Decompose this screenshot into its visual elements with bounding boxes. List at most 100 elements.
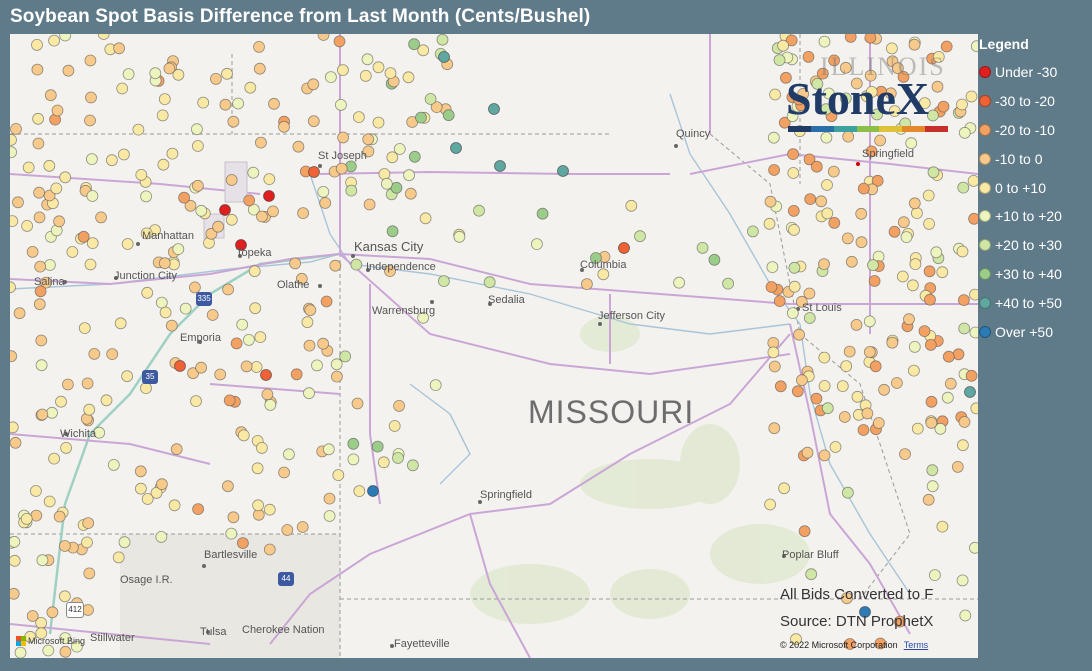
elevator-marker[interactable] xyxy=(765,281,778,293)
elevator-marker[interactable] xyxy=(332,469,345,482)
elevator-marker[interactable] xyxy=(10,350,18,363)
elevator-marker[interactable] xyxy=(50,182,63,195)
elevator-marker[interactable] xyxy=(158,257,171,270)
elevator-marker[interactable] xyxy=(844,34,857,43)
elevator-marker[interactable] xyxy=(10,535,21,548)
elevator-marker[interactable] xyxy=(66,246,79,258)
elevator-marker[interactable] xyxy=(303,339,316,352)
elevator-marker[interactable] xyxy=(345,184,358,197)
elevator-marker[interactable] xyxy=(330,370,343,383)
elevator-marker[interactable] xyxy=(424,93,437,105)
elevator-marker[interactable] xyxy=(911,207,923,220)
elevator-marker[interactable] xyxy=(243,194,256,207)
legend-item[interactable]: Over +50 xyxy=(979,317,1089,346)
elevator-marker[interactable] xyxy=(304,304,317,317)
elevator-marker[interactable] xyxy=(324,71,337,83)
elevator-marker[interactable] xyxy=(841,232,854,245)
elevator-marker[interactable] xyxy=(868,275,881,287)
elevator-marker[interactable] xyxy=(925,416,938,429)
elevator-marker[interactable] xyxy=(256,210,268,223)
elevator-marker[interactable] xyxy=(774,380,787,393)
elevator-marker[interactable] xyxy=(942,350,955,363)
elevator-marker[interactable] xyxy=(874,134,886,147)
elevator-marker[interactable] xyxy=(821,207,834,220)
elevator-marker[interactable] xyxy=(696,241,709,254)
elevator-marker[interactable] xyxy=(118,536,131,549)
elevator-marker[interactable] xyxy=(209,73,222,85)
elevator-marker[interactable] xyxy=(290,368,303,381)
elevator-marker[interactable] xyxy=(334,99,347,111)
elevator-marker[interactable] xyxy=(429,379,442,392)
elevator-marker[interactable] xyxy=(42,644,55,657)
elevator-marker[interactable] xyxy=(970,40,978,53)
elevator-marker[interactable] xyxy=(335,162,348,175)
legend-item[interactable]: Under -30 xyxy=(979,58,1089,87)
elevator-marker[interactable] xyxy=(798,525,811,538)
elevator-marker[interactable] xyxy=(32,137,45,150)
elevator-marker[interactable] xyxy=(350,258,363,271)
elevator-marker[interactable] xyxy=(35,334,48,347)
elevator-marker[interactable] xyxy=(253,62,266,75)
elevator-marker[interactable] xyxy=(940,40,953,53)
elevator-marker[interactable] xyxy=(788,261,801,274)
elevator-marker[interactable] xyxy=(362,133,375,146)
elevator-marker[interactable] xyxy=(14,646,27,658)
elevator-marker[interactable] xyxy=(29,485,42,497)
elevator-marker[interactable] xyxy=(85,91,97,104)
elevator-marker[interactable] xyxy=(311,359,323,372)
elevator-marker[interactable] xyxy=(791,385,804,398)
elevator-marker[interactable] xyxy=(227,115,240,128)
elevator-marker[interactable] xyxy=(918,325,931,338)
elevator-marker[interactable] xyxy=(140,190,153,203)
elevator-marker[interactable] xyxy=(236,537,249,550)
elevator-marker[interactable] xyxy=(764,195,777,208)
elevator-marker[interactable] xyxy=(59,540,71,552)
elevator-marker[interactable] xyxy=(907,279,919,292)
elevator-marker[interactable] xyxy=(438,51,450,63)
elevator-marker[interactable] xyxy=(403,169,416,182)
legend-item[interactable]: +20 to +30 xyxy=(979,231,1089,260)
elevator-marker[interactable] xyxy=(303,387,315,400)
elevator-marker[interactable] xyxy=(408,150,421,163)
elevator-marker[interactable] xyxy=(55,395,67,408)
elevator-marker[interactable] xyxy=(944,377,957,390)
elevator-marker[interactable] xyxy=(404,187,417,200)
elevator-marker[interactable] xyxy=(191,140,204,152)
elevator-marker[interactable] xyxy=(536,207,549,220)
elevator-marker[interactable] xyxy=(53,510,66,523)
elevator-marker[interactable] xyxy=(264,398,277,411)
elevator-marker[interactable] xyxy=(59,34,72,42)
elevator-marker[interactable] xyxy=(828,216,841,229)
elevator-marker[interactable] xyxy=(969,288,979,301)
elevator-marker[interactable] xyxy=(166,147,179,160)
elevator-marker[interactable] xyxy=(773,295,786,308)
elevator-marker[interactable] xyxy=(62,378,74,391)
elevator-marker[interactable] xyxy=(768,164,780,176)
elevator-marker[interactable] xyxy=(307,115,320,128)
elevator-marker[interactable] xyxy=(60,441,72,454)
elevator-marker[interactable] xyxy=(352,111,365,123)
elevator-marker[interactable] xyxy=(84,258,97,271)
elevator-marker[interactable] xyxy=(924,293,936,306)
elevator-marker[interactable] xyxy=(442,109,455,122)
elevator-marker[interactable] xyxy=(323,492,336,505)
elevator-marker[interactable] xyxy=(964,386,976,398)
elevator-marker[interactable] xyxy=(768,422,781,435)
elevator-marker[interactable] xyxy=(722,277,734,290)
elevator-marker[interactable] xyxy=(908,197,921,210)
elevator-marker[interactable] xyxy=(267,205,279,218)
elevator-marker[interactable] xyxy=(292,140,305,153)
elevator-marker[interactable] xyxy=(359,70,372,82)
elevator-marker[interactable] xyxy=(956,574,969,587)
elevator-marker[interactable] xyxy=(122,68,135,80)
elevator-marker[interactable] xyxy=(878,383,890,396)
elevator-marker[interactable] xyxy=(347,437,360,450)
elevator-marker[interactable] xyxy=(843,345,856,358)
elevator-marker[interactable] xyxy=(317,337,330,350)
elevator-marker[interactable] xyxy=(10,146,17,159)
elevator-marker[interactable] xyxy=(958,126,971,139)
elevator-marker[interactable] xyxy=(886,336,899,349)
elevator-marker[interactable] xyxy=(764,498,776,511)
elevator-marker[interactable] xyxy=(35,359,48,372)
elevator-marker[interactable] xyxy=(818,380,831,392)
